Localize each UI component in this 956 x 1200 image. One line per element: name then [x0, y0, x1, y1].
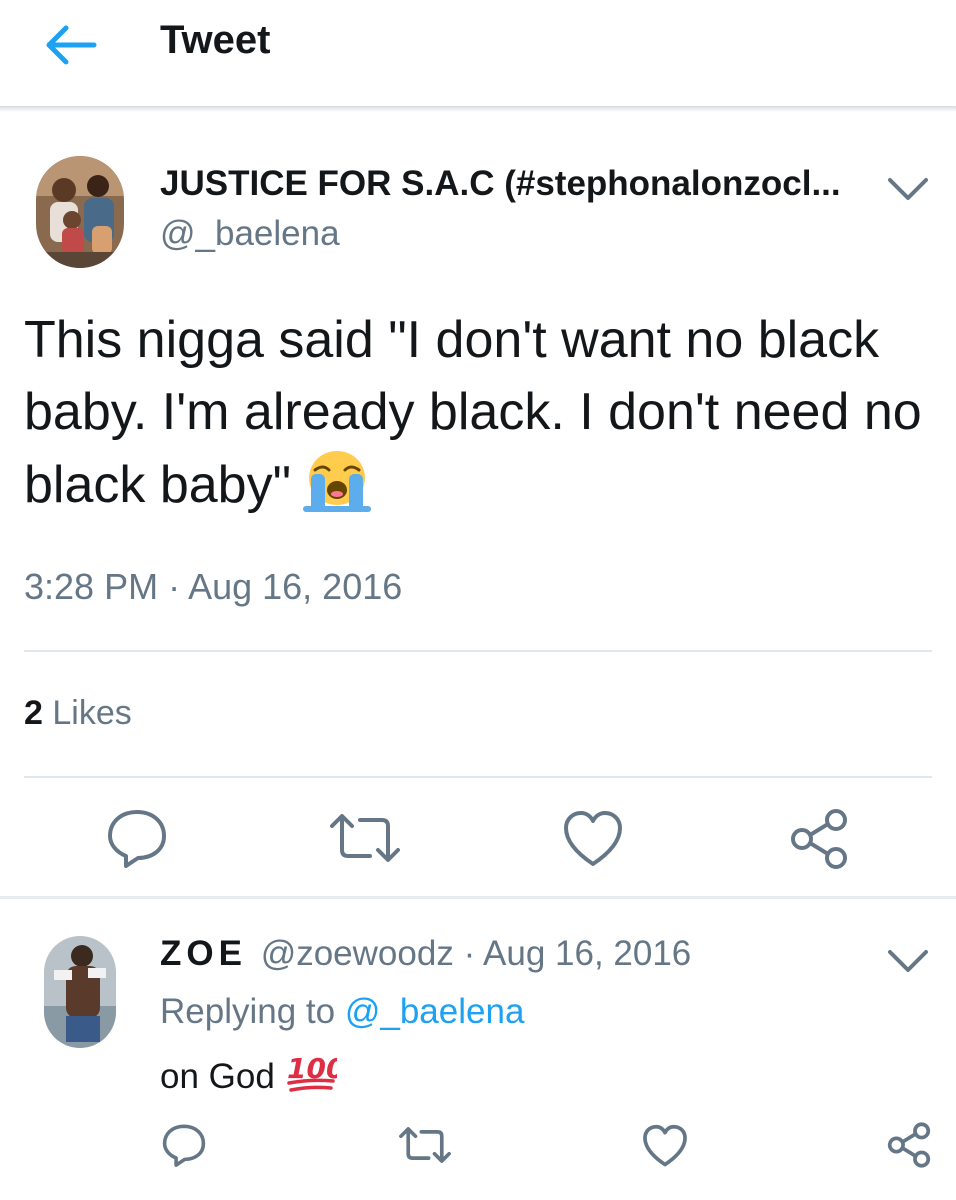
retweet-icon[interactable] [328, 812, 402, 864]
likes-label: Likes [52, 694, 132, 732]
tweet-text: This nigga said "I don't want no black b… [24, 311, 922, 514]
reply-date[interactable]: · Aug 16, 2016 [464, 934, 692, 973]
tweet-timestamp[interactable]: 3:28 PM · Aug 16, 2016 [24, 566, 402, 608]
replying-prefix: Replying to [160, 992, 336, 1031]
reply-author-handle[interactable]: @zoewoodz [261, 934, 454, 973]
reply-icon[interactable] [160, 1122, 208, 1168]
likes-number: 2 [24, 694, 43, 732]
reply-icon[interactable] [104, 806, 170, 870]
tweet-body: This nigga said "I don't want no black b… [24, 304, 924, 521]
like-icon[interactable] [642, 1124, 688, 1168]
section-separator [0, 896, 956, 899]
author-name[interactable]: JUSTICE FOR S.A.C (#stephonalonzocl... [160, 164, 850, 204]
likes-count[interactable]: 2 Likes [24, 694, 132, 733]
author-avatar[interactable] [36, 156, 124, 268]
reply-author-name[interactable]: ZOE [160, 934, 247, 973]
divider [24, 650, 932, 652]
reply-text: on God [160, 1057, 275, 1096]
loudly-crying-face-emoji [301, 448, 373, 512]
divider [24, 776, 932, 778]
author-handle[interactable]: @_baelena [160, 214, 340, 254]
arrow-left-icon[interactable] [40, 20, 100, 70]
reply-author-avatar[interactable] [44, 936, 116, 1048]
reply-header: ZOE @zoewoodz · Aug 16, 2016 [160, 934, 691, 974]
retweet-icon[interactable] [398, 1126, 452, 1164]
share-icon[interactable] [788, 808, 850, 870]
replying-to: Replying to @_baelena [160, 992, 524, 1032]
like-icon[interactable] [562, 810, 624, 868]
reply-body: on God 100 [160, 1050, 345, 1097]
top-bar: Tweet [0, 0, 956, 108]
chevron-down-icon[interactable] [886, 946, 930, 976]
share-icon[interactable] [886, 1122, 932, 1168]
replying-to-link[interactable]: @_baelena [345, 992, 525, 1031]
header-divider [0, 106, 956, 112]
hundred-points-emoji: 100 [285, 1050, 345, 1094]
chevron-down-icon[interactable] [886, 174, 930, 204]
page-title: Tweet [160, 18, 271, 62]
